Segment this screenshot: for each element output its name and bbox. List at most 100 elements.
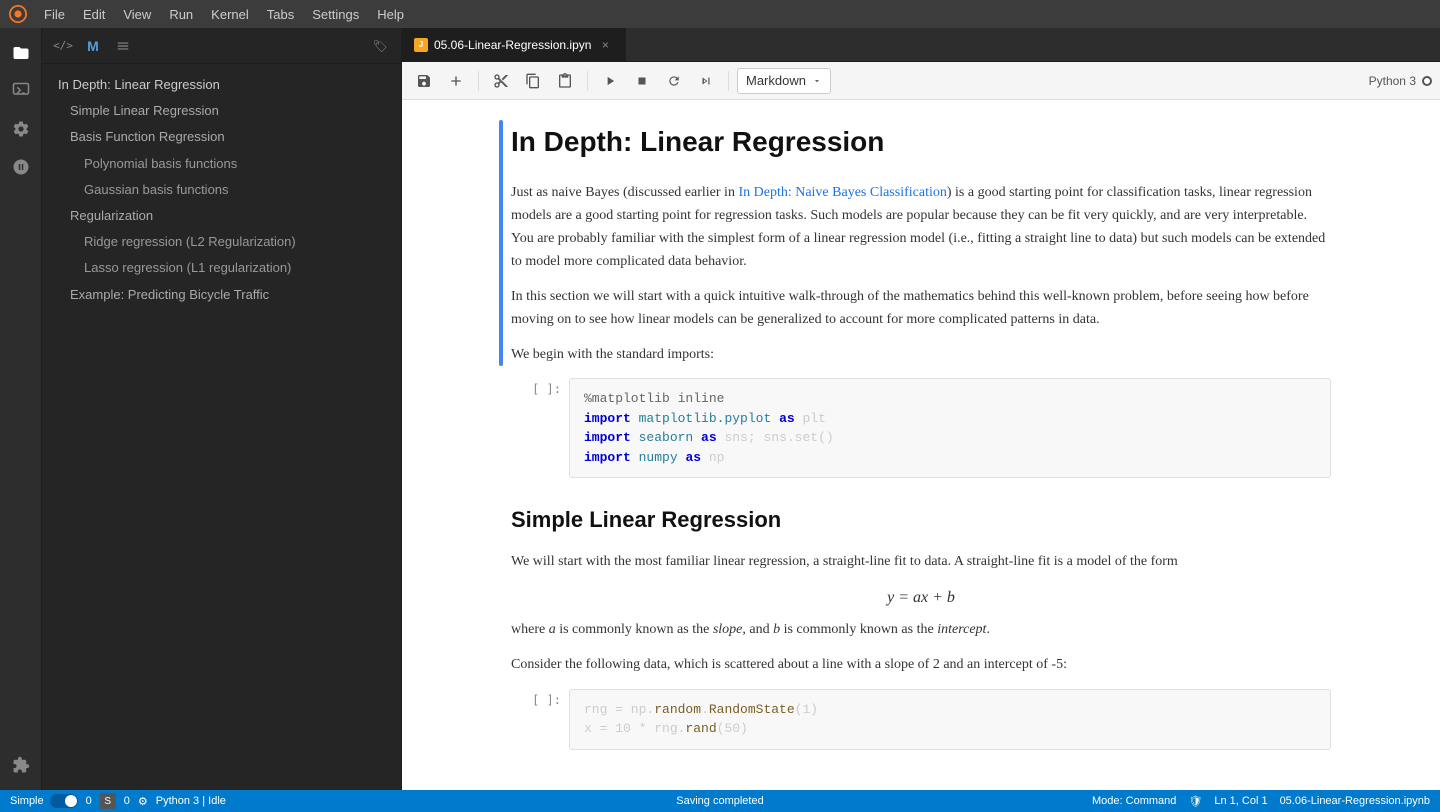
- toc-item-8[interactable]: Example: Predicting Bicycle Traffic: [42, 282, 401, 308]
- kw-as3: as: [685, 450, 701, 465]
- saving-status: Saving completed: [676, 795, 763, 807]
- tab-label: 05.06-Linear-Regression.ipyn: [434, 38, 591, 52]
- running-icon[interactable]: [4, 74, 38, 108]
- menu-run[interactable]: Run: [161, 5, 201, 24]
- term-intercept: intercept: [937, 622, 986, 637]
- mod-matplotlib: matplotlib.pyplot: [639, 411, 772, 426]
- cut-btn[interactable]: [487, 67, 515, 95]
- run-btn[interactable]: [596, 67, 624, 95]
- toolbar-separator-1: [478, 71, 479, 91]
- term-slope: slope: [713, 622, 743, 637]
- cell-prompt-1: [ ]:: [511, 378, 561, 396]
- simple-mode-toggle[interactable]: Simple: [10, 794, 78, 808]
- p1-text-before: Just as naive Bayes (discussed earlier i…: [511, 185, 738, 200]
- code-line-4: import numpy as np: [584, 448, 1316, 468]
- status-s-indicator: S: [100, 793, 116, 809]
- statusbar: Simple 0 S 0 ⚙ Python 3 | Idle Saving co…: [0, 790, 1440, 812]
- func-random: random: [654, 702, 701, 717]
- toc-item-4[interactable]: Gaussian basis functions: [42, 177, 401, 203]
- code-block-2[interactable]: rng = np.random.RandomState(1) x = 10 * …: [569, 689, 1331, 750]
- kernel-status-circle: [1422, 76, 1432, 86]
- python-label: Python 3: [1369, 74, 1416, 88]
- menu-file[interactable]: File: [36, 5, 73, 24]
- stop-icon[interactable]: [4, 150, 38, 184]
- toc-item-2[interactable]: Basis Function Regression: [42, 124, 401, 150]
- notebook-toolbar: Markdown Python 3: [402, 62, 1440, 100]
- cell-area: In Depth: Linear Regression Just as naiv…: [471, 100, 1371, 786]
- func-randomstate: RandomState: [709, 702, 795, 717]
- notebook-tabbar: J 05.06-Linear-Regression.ipyn ×: [402, 28, 1440, 62]
- toc-item-6[interactable]: Ridge regression (L2 Regularization): [42, 229, 401, 255]
- menu-help[interactable]: Help: [369, 5, 412, 24]
- menubar: File Edit View Run Kernel Tabs Settings …: [0, 0, 1440, 28]
- toolbar-separator-2: [587, 71, 588, 91]
- restart-run-btn[interactable]: [692, 67, 720, 95]
- extensions-icon[interactable]: [4, 748, 38, 782]
- toc-content: In Depth: Linear Regression Simple Linea…: [42, 64, 401, 790]
- kw-import3: import: [584, 450, 631, 465]
- code-block-1[interactable]: %matplotlib inline import matplotlib.pyp…: [569, 378, 1331, 478]
- toc-markdown-btn[interactable]: M: [80, 33, 106, 59]
- shield-icon: 🛡: [1188, 795, 1202, 808]
- content-p6: Consider the following data, which is sc…: [511, 653, 1331, 676]
- files-icon[interactable]: [4, 36, 38, 70]
- cell-active-indicator: [499, 120, 503, 366]
- toc-item-1[interactable]: Simple Linear Regression: [42, 98, 401, 124]
- code2-line-1: rng = np.random.RandomState(1): [584, 700, 1316, 720]
- kw-import2: import: [584, 430, 631, 445]
- content-p5: where a is commonly known as the slope, …: [511, 618, 1331, 641]
- tab-close-btn[interactable]: ×: [597, 37, 613, 53]
- toggle-thumb: [65, 795, 77, 807]
- toc-list-btn[interactable]: [110, 33, 136, 59]
- cell-markdown-1: In Depth: Linear Regression Just as naiv…: [511, 120, 1331, 366]
- cell-type-label: Markdown: [746, 73, 806, 88]
- add-cell-btn[interactable]: [442, 67, 470, 95]
- restart-btn[interactable]: [660, 67, 688, 95]
- menu-kernel[interactable]: Kernel: [203, 5, 257, 24]
- kw-import1: import: [584, 411, 631, 426]
- toc-panel: </> M 🏷 In Depth: Linear Regression Simp…: [42, 28, 402, 790]
- code-line-2: import matplotlib.pyplot as plt: [584, 409, 1316, 429]
- code-cell-2: [ ]: rng = np.random.RandomState(1) x = …: [511, 689, 1331, 750]
- mod-seaborn: seaborn: [639, 430, 694, 445]
- toc-code-btn[interactable]: </>: [50, 33, 76, 59]
- copy-btn[interactable]: [519, 67, 547, 95]
- save-btn[interactable]: [410, 67, 438, 95]
- mode-status: Mode: Command: [1092, 795, 1176, 807]
- markdown-content-1: In Depth: Linear Regression Just as naiv…: [511, 120, 1331, 366]
- toc-item-5[interactable]: Regularization: [42, 203, 401, 229]
- python-indicator: Python 3: [1369, 74, 1432, 88]
- kw-as1: as: [779, 411, 795, 426]
- menu-edit[interactable]: Edit: [75, 5, 113, 24]
- paste-btn[interactable]: [551, 67, 579, 95]
- notebook-content[interactable]: In Depth: Linear Regression Just as naiv…: [402, 100, 1440, 790]
- app-logo: [8, 4, 28, 24]
- cell-type-dropdown[interactable]: Markdown: [737, 68, 831, 94]
- content-p4: We will start with the most familiar lin…: [511, 550, 1331, 573]
- status-count-1: 0: [86, 795, 92, 807]
- notebook-tab[interactable]: J 05.06-Linear-Regression.ipyn ×: [402, 28, 626, 61]
- status-right: Mode: Command 🛡 Ln 1, Col 1 05.06-Linear…: [1092, 795, 1430, 808]
- var-a: a: [549, 622, 556, 637]
- menu-tabs[interactable]: Tabs: [259, 5, 302, 24]
- code-line-1: %matplotlib inline: [584, 389, 1316, 409]
- toc-item-0[interactable]: In Depth: Linear Regression: [42, 72, 401, 98]
- settings-icon[interactable]: [4, 112, 38, 146]
- toc-toolbar: </> M 🏷: [42, 28, 401, 64]
- markdown-content-2: Simple Linear Regression We will start w…: [511, 502, 1331, 676]
- cursor-position: Ln 1, Col 1: [1214, 795, 1267, 807]
- naive-bayes-link[interactable]: In Depth: Naive Bayes Classification: [738, 185, 946, 200]
- code-line-3: import seaborn as sns; sns.set(): [584, 428, 1316, 448]
- toc-item-3[interactable]: Polynomial basis functions: [42, 151, 401, 177]
- toggle-track[interactable]: [50, 794, 78, 808]
- kw-as2: as: [701, 430, 717, 445]
- status-left: Simple 0 S 0 ⚙ Python 3 | Idle: [10, 793, 226, 809]
- toc-tag-btn[interactable]: 🏷: [367, 33, 393, 59]
- stop-btn[interactable]: [628, 67, 656, 95]
- menu-settings[interactable]: Settings: [304, 5, 367, 24]
- cell-prompt-2: [ ]:: [511, 689, 561, 707]
- math-formula-1: y = ax + b: [511, 585, 1331, 611]
- menu-view[interactable]: View: [115, 5, 159, 24]
- code2-line-2: x = 10 * rng.rand(50): [584, 719, 1316, 739]
- toc-item-7[interactable]: Lasso regression (L1 regularization): [42, 255, 401, 281]
